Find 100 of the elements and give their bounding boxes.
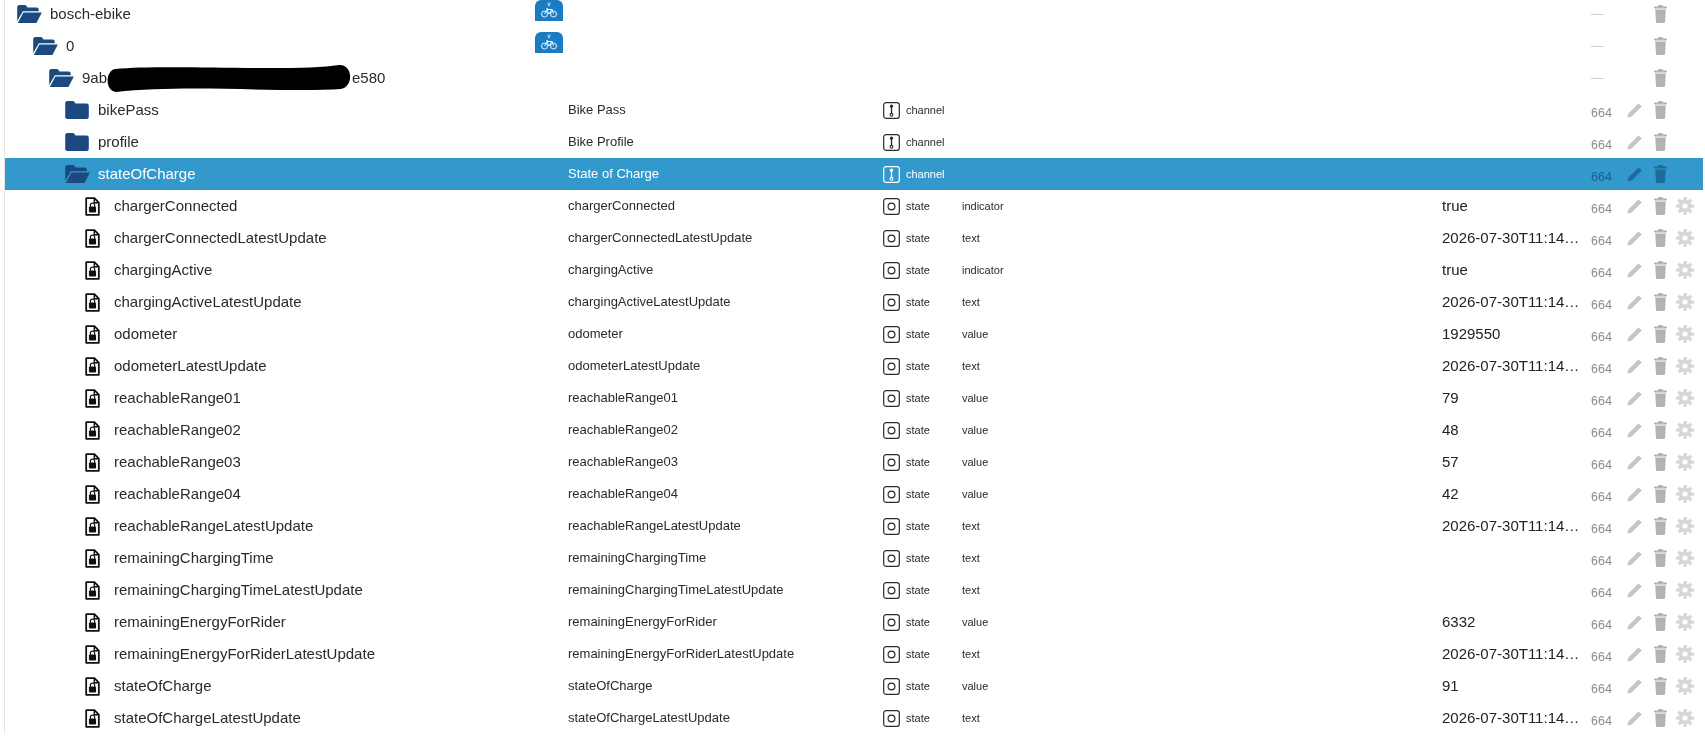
- settings-icon[interactable]: [1676, 645, 1694, 663]
- pencil-icon[interactable]: [1626, 677, 1643, 695]
- trash-icon[interactable]: [1654, 293, 1667, 311]
- acl-value: 664: [1591, 552, 1613, 570]
- trash-icon[interactable]: [1654, 229, 1667, 247]
- tree-row[interactable]: reachableRange01 reachableRange01 state value 79 664: [5, 382, 1703, 414]
- pencil-icon[interactable]: [1626, 709, 1643, 727]
- tree-row[interactable]: bosch-ebike —: [5, 0, 1703, 30]
- trash-icon[interactable]: [1654, 261, 1667, 279]
- pencil-icon[interactable]: [1626, 101, 1643, 119]
- tree-row[interactable]: chargerConnected chargerConnected state indicator true 664: [5, 190, 1703, 222]
- trash-icon[interactable]: [1654, 69, 1667, 87]
- tree-row[interactable]: 9ab e580 —: [5, 62, 1703, 94]
- settings-icon[interactable]: [1676, 453, 1694, 471]
- trash-icon[interactable]: [1654, 357, 1667, 375]
- file-lock-icon: [85, 612, 100, 632]
- tree-row[interactable]: remainingEnergyForRider remainingEnergyForRider state value 6332 664: [5, 606, 1703, 638]
- tree-row[interactable]: reachableRangeLatestUpdate reachableRangeLatestUpdate state text 2026-07-30T11:14… 664: [5, 510, 1703, 542]
- tree-row[interactable]: reachableRange02 reachableRange02 state value 48 664: [5, 414, 1703, 446]
- settings-icon[interactable]: [1676, 549, 1694, 567]
- pencil-icon[interactable]: [1626, 613, 1643, 631]
- settings-icon[interactable]: [1676, 229, 1694, 247]
- tree-row[interactable]: chargerConnectedLatestUpdate chargerConnectedLatestUpdate state text 2026-07-30T11:14… 664: [5, 222, 1703, 254]
- tree-row[interactable]: bikePass Bike Pass channel 664: [5, 94, 1703, 126]
- settings-icon[interactable]: [1676, 421, 1694, 439]
- settings-icon[interactable]: [1676, 197, 1694, 215]
- settings-icon[interactable]: [1676, 389, 1694, 407]
- tree-row[interactable]: remainingEnergyForRiderLatestUpdate remainingEnergyForRiderLatestUpdate state text 2026-07-30T11:14… 664: [5, 638, 1703, 670]
- settings-icon[interactable]: [1676, 581, 1694, 599]
- trash-icon[interactable]: [1654, 165, 1667, 183]
- tree-row[interactable]: 0 —: [5, 30, 1703, 62]
- trash-icon[interactable]: [1654, 101, 1667, 119]
- trash-icon[interactable]: [1654, 581, 1667, 599]
- file-lock-icon: [85, 676, 100, 696]
- trash-icon[interactable]: [1654, 5, 1667, 23]
- tree-row[interactable]: remainingChargingTime remainingChargingTime state text 664: [5, 542, 1703, 574]
- tree-row[interactable]: reachableRange04 reachableRange04 state value 42 664: [5, 478, 1703, 510]
- pencil-icon[interactable]: [1626, 581, 1643, 599]
- acl-value: 664: [1591, 456, 1613, 474]
- trash-icon[interactable]: [1654, 37, 1667, 55]
- trash-icon[interactable]: [1654, 549, 1667, 567]
- pencil-icon[interactable]: [1626, 197, 1643, 215]
- object-id: stateOfCharge: [114, 677, 212, 695]
- object-name: reachableRange03: [568, 453, 679, 472]
- state-type-icon: [883, 325, 900, 343]
- channel-type-icon: [883, 133, 900, 151]
- tree-row[interactable]: chargingActive chargingActive state indicator true 664: [5, 254, 1703, 286]
- tree-row[interactable]: odometer odometer state value 1929550 664: [5, 318, 1703, 350]
- settings-icon[interactable]: [1676, 517, 1694, 535]
- pencil-icon[interactable]: [1626, 357, 1643, 375]
- tree-row[interactable]: chargingActiveLatestUpdate chargingActiveLatestUpdate state text 2026-07-30T11:14… 664: [5, 286, 1703, 318]
- tree-row[interactable]: remainingChargingTimeLatestUpdate remainingChargingTimeLatestUpdate state text 664: [5, 574, 1703, 606]
- settings-icon[interactable]: [1676, 357, 1694, 375]
- pencil-icon[interactable]: [1626, 261, 1643, 279]
- trash-icon[interactable]: [1654, 421, 1667, 439]
- acl-value: —: [1591, 5, 1605, 23]
- pencil-icon[interactable]: [1626, 421, 1643, 439]
- object-value: 1929550: [1442, 323, 1502, 344]
- trash-icon[interactable]: [1654, 485, 1667, 503]
- settings-icon[interactable]: [1676, 677, 1694, 695]
- pencil-icon[interactable]: [1626, 517, 1643, 535]
- pencil-icon[interactable]: [1626, 389, 1643, 407]
- trash-icon[interactable]: [1654, 709, 1667, 727]
- file-lock-icon: [85, 452, 100, 472]
- object-role: value: [962, 422, 990, 438]
- settings-icon[interactable]: [1676, 613, 1694, 631]
- tree-row[interactable]: stateOfCharge stateOfCharge state value 91 664: [5, 670, 1703, 702]
- trash-icon[interactable]: [1654, 517, 1667, 535]
- trash-icon[interactable]: [1654, 389, 1667, 407]
- pencil-icon[interactable]: [1626, 165, 1643, 183]
- acl-value: 664: [1591, 648, 1613, 666]
- tree-row[interactable]: profile Bike Profile channel 664: [5, 126, 1703, 158]
- tree-row[interactable]: stateOfChargeLatestUpdate stateOfChargeLatestUpdate state text 2026-07-30T11:14… 664: [5, 702, 1703, 734]
- settings-icon[interactable]: [1676, 485, 1694, 503]
- settings-icon[interactable]: [1676, 325, 1694, 343]
- pencil-icon[interactable]: [1626, 453, 1643, 471]
- pencil-icon[interactable]: [1626, 229, 1643, 247]
- settings-icon[interactable]: [1676, 293, 1694, 311]
- pencil-icon[interactable]: [1626, 293, 1643, 311]
- trash-icon[interactable]: [1654, 325, 1667, 343]
- file-lock-icon: [85, 548, 100, 568]
- pencil-icon[interactable]: [1626, 549, 1643, 567]
- trash-icon[interactable]: [1654, 453, 1667, 471]
- trash-icon[interactable]: [1654, 197, 1667, 215]
- object-role: text: [962, 230, 981, 246]
- settings-icon[interactable]: [1676, 261, 1694, 279]
- tree-row[interactable]: reachableRange03 reachableRange03 state value 57 664: [5, 446, 1703, 478]
- acl-value: 664: [1591, 104, 1613, 122]
- pencil-icon[interactable]: [1626, 325, 1643, 343]
- trash-icon[interactable]: [1654, 613, 1667, 631]
- trash-icon[interactable]: [1654, 133, 1667, 151]
- trash-icon[interactable]: [1654, 677, 1667, 695]
- pencil-icon[interactable]: [1626, 485, 1643, 503]
- pencil-icon[interactable]: [1626, 133, 1643, 151]
- settings-icon[interactable]: [1676, 709, 1694, 727]
- object-value: true: [1442, 195, 1469, 216]
- object-type: state: [906, 358, 931, 374]
- trash-icon[interactable]: [1654, 645, 1667, 663]
- pencil-icon[interactable]: [1626, 645, 1643, 663]
- tree-row[interactable]: odometerLatestUpdate odometerLatestUpdate state text 2026-07-30T11:14… 664: [5, 350, 1703, 382]
